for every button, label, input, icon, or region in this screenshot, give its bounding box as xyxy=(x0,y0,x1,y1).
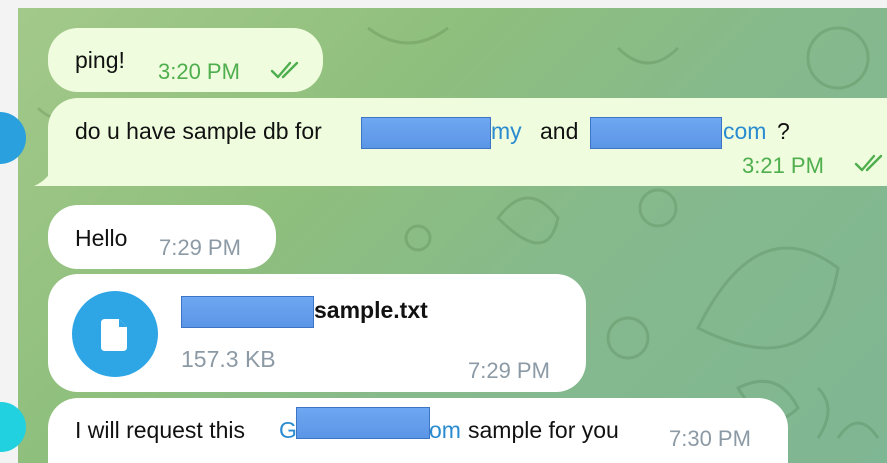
redacted-block xyxy=(181,296,314,328)
message-time: 3:21 PM xyxy=(742,153,824,178)
message-link[interactable]: com xyxy=(723,118,766,145)
message-time: 7:30 PM xyxy=(669,426,751,451)
message-text: and xyxy=(540,118,579,144)
message-link[interactable]: my xyxy=(491,118,522,145)
message-text: Hello xyxy=(75,225,128,251)
double-check-icon xyxy=(854,153,887,173)
message-time: 7:29 PM xyxy=(159,235,241,260)
incoming-message[interactable]: I will request this G om sample for you … xyxy=(48,398,788,463)
redacted-block xyxy=(590,117,722,149)
file-icon[interactable] xyxy=(72,291,158,377)
message-text: ? xyxy=(777,118,790,144)
message-text: do u have sample db for xyxy=(75,118,322,144)
message-text: ping! xyxy=(75,47,125,73)
message-text: I will request this xyxy=(75,417,246,443)
message-text: sample for you xyxy=(468,417,619,443)
outgoing-message[interactable]: ping! 3:20 PM xyxy=(48,28,323,92)
file-size: 157.3 KB xyxy=(181,346,276,372)
redacted-block xyxy=(361,117,491,149)
message-time: 3:20 PM xyxy=(158,59,240,84)
double-check-icon xyxy=(270,60,304,80)
outgoing-message[interactable]: do u have sample db for my and com ? 3:2… xyxy=(48,98,887,186)
file-name: sample.txt xyxy=(314,297,428,323)
bubble-tail xyxy=(34,166,54,186)
file-message[interactable]: sample.txt 157.3 KB 7:29 PM xyxy=(48,274,586,392)
message-time: 7:29 PM xyxy=(468,358,550,383)
redacted-block xyxy=(296,407,430,439)
message-link[interactable]: om xyxy=(429,417,461,444)
incoming-message[interactable]: Hello 7:29 PM xyxy=(48,205,276,269)
message-link[interactable]: G xyxy=(279,417,297,444)
